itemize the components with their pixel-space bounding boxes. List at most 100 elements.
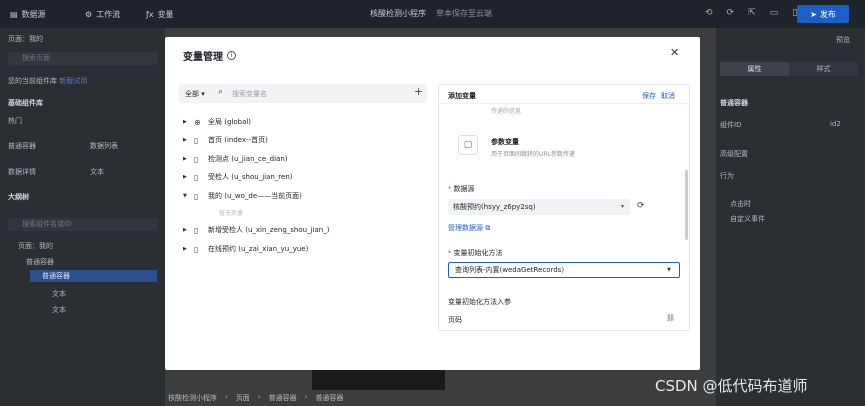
caret-right-icon: ▶ [183,174,187,180]
link-icon[interactable]: ⛓ [666,314,675,322]
tab-workflow[interactable]: ⚙ 工作流 [85,9,120,20]
app-name: 核酸检测小程序 [370,9,426,18]
document-icon: ▢ [458,135,478,155]
tree-item-page[interactable]: ▶ ▯ 检测点 (u_jian_ce_dian) [183,154,288,164]
datasource-select[interactable]: 核酸预约(hsyy_z6py2sq) ▾ [448,199,630,215]
page-search-input[interactable]: 搜索页面 [8,52,158,65]
datasource-label: * 数据源 [448,185,475,193]
panel-body[interactable]: 传递的信息 ▢ 参数变量 用于页面间跳转的URL参数传递 * 数据源 核酸预约(h… [439,105,689,330]
page-icon: ▯ [194,154,199,164]
cancel-button[interactable]: 取消 [661,91,675,101]
tree-page-node[interactable]: 页面：我的 [18,241,53,251]
preview-link[interactable]: 预览 [836,35,850,45]
right-sidebar: 预览 属性 样式 普通容器 组件ID id2 高级配置 行为 点击时 自定义事件 [716,28,865,406]
add-variable-panel: 添加变量 保存 取消 传递的信息 ▢ 参数变量 用于页面间跳转的URL参数传递 … [438,84,690,331]
component-detail[interactable]: 数据详情 [8,167,36,177]
tree-item-page[interactable]: ▶ ▯ 在线预约 (u_zai_xian_yu_yue) [183,244,308,254]
save-button[interactable]: 保存 [642,91,656,101]
close-icon[interactable]: ✕ [670,46,679,59]
tab-style[interactable]: 样式 [789,62,858,76]
component-list[interactable]: 数据列表 [90,141,118,151]
param-page-label: 页码 [448,316,462,324]
refresh-icon[interactable]: ⟳ [637,201,645,211]
tab-datasource[interactable]: ▤ 数据源 [10,9,46,20]
components-title: 基础组件库 [8,99,43,107]
variable-list-panel: 全部 ▾ ⌕ 搜索变量名 + ▶ ⊕ 全局 (global) ▶ ▯ 首页 (i… [179,84,427,364]
tree-item-page[interactable]: ▶ ▯ 首页 (index--首页) [183,135,268,145]
variable-manager-dialog: 变量管理 i ✕ 全部 ▾ ⌕ 搜索变量名 + ▶ ⊕ 全局 (global) … [165,37,700,370]
page-icon: ▯ [194,172,199,182]
event-custom[interactable]: 自定义事件 [730,214,765,224]
component-container[interactable]: 普通容器 [8,141,36,151]
advanced-config[interactable]: 高级配置 [720,149,748,159]
param-variable-title: 参数变量 [491,138,519,146]
tree-item-global[interactable]: ▶ ⊕ 全局 (global) [183,117,251,127]
caret-down-icon: ▼ [183,193,187,199]
scrollbar[interactable] [685,170,688,240]
top-bar: ▤ 数据源 ⚙ 工作流 ƒx 变量 核酸检测小程序 草本保存至云端 ⟲⟳⇱▭◫ ➤ 发布 [0,0,865,28]
tree-item-page[interactable]: ▼ ▯ 我的 (u_wo_de——当前页面) [183,191,302,201]
scope-dropdown[interactable]: 全部 ▾ [185,89,205,99]
property-tabs: 属性 样式 [720,62,858,76]
param-variable-desc: 用于页面间跳转的URL参数传递 [491,151,575,158]
variable-filter-bar: 全部 ▾ ⌕ 搜索变量名 + [179,84,427,103]
tree-container-node[interactable]: 普通容器 [26,257,54,267]
tree-item-page[interactable]: ▶ ▯ 新增受检人 (u_xin_zeng_shou_jian_) [183,225,329,235]
tree-item-page[interactable]: ▶ ▯ 受检人 (u_shou_jian_ren) [183,172,293,182]
breadcrumb: 核酸检测小程序 › 页面 › 普通容器 › 普通容器 [168,393,344,402]
page-icon: ▯ [194,191,199,201]
page-selector[interactable]: 页面：我的 [8,34,43,44]
app-title-area: 核酸检测小程序 草本保存至云端 [370,8,492,19]
tab-attributes[interactable]: 属性 [720,62,789,76]
workflow-icon: ⚙ [85,9,93,19]
init-method-select[interactable]: 查询列表-内置(wedaGetRecords) ▼ [448,262,680,278]
param-variable-option[interactable]: ▢ 参数变量 用于页面间跳转的URL参数传递 [448,127,678,167]
caret-right-icon: ▶ [183,137,187,143]
component-id-value: id2 [830,120,841,128]
caret-right-icon: ▶ [183,156,187,162]
external-link-icon: ⧉ [485,224,491,232]
search-icon: ⌕ [218,87,224,97]
caret-right-icon: ▶ [183,246,187,252]
tree-text-node[interactable]: 文本 [52,289,66,299]
database-icon: ▤ [10,9,18,19]
panel-title: 添加变量 [448,92,476,100]
info-icon[interactable]: i [227,51,236,60]
page-icon: ▯ [194,225,199,235]
init-method-label: * 变量初始化方法 [448,249,503,257]
watermark: CSDN @低代码布道师 [655,377,808,395]
chevron-down-icon: ▾ [620,203,624,210]
notice-link[interactable]: 新版试用 [59,77,87,85]
component-id-label: 组件ID [720,121,742,129]
tree-selected-node[interactable]: 普通容器 [30,270,157,282]
behavior-section[interactable]: 行为 [720,171,734,181]
outline-title: 大纲树 [8,193,29,201]
component-name: 普通容器 [720,99,748,107]
save-status: 草本保存至云端 [436,9,492,18]
manage-datasource-link[interactable]: 管理数据源 ⧉ [448,223,490,233]
panel-header: 添加变量 保存 取消 [439,85,689,104]
faint-text: 传递的信息 [491,108,522,115]
caret-down-icon: ▼ [667,267,671,273]
empty-text: 暂无变量 [219,210,244,217]
function-icon: ƒx [146,9,154,19]
send-icon: ➤ [810,9,817,19]
tree-text-node[interactable]: 文本 [52,305,66,315]
outline-search-input[interactable]: 搜索组件名或ID [8,218,158,231]
publish-button[interactable]: ➤ 发布 [797,5,849,23]
page-icon: ▯ [194,244,199,254]
left-sidebar: 页面：我的 搜索页面 您的当前组件库 新版试用 基础组件库 热门 普通容器 数据… [0,28,165,406]
variable-search-input[interactable]: 搜索变量名 [232,89,267,99]
tab-variables[interactable]: ƒx 变量 [146,9,174,20]
notice-text: 您的当前组件库 新版试用 [8,77,88,85]
dialog-title: 变量管理 i [183,48,236,63]
page-icon: ▯ [194,135,199,145]
init-params-label: 变量初始化方法入参 [448,298,511,306]
event-click[interactable]: 点击时 [730,199,751,209]
caret-right-icon: ▶ [183,227,187,233]
canvas-preview [312,370,445,390]
caret-right-icon: ▶ [183,119,187,125]
hot-category[interactable]: 热门 [8,116,22,126]
add-variable-button[interactable]: + [414,85,423,98]
component-text[interactable]: 文本 [90,167,104,177]
